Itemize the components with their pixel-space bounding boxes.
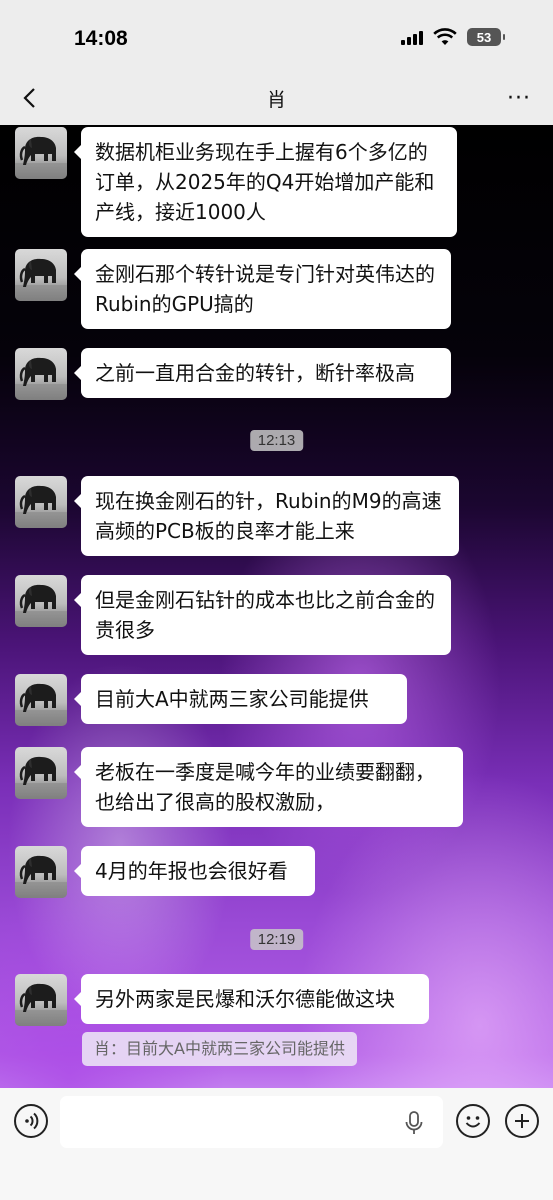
message-bubble[interactable]: 金刚石那个转针说是专门针对英伟达的Rubin的GPU搞的 <box>74 249 451 329</box>
chat-header: 肖 ··· <box>0 72 553 125</box>
elephant-avatar[interactable] <box>15 674 67 726</box>
cellular-signal-icon <box>401 29 423 45</box>
message-bubble[interactable]: 4月的年报也会很好看 <box>74 846 315 896</box>
status-bar: 14:08 53 <box>0 0 553 72</box>
elephant-avatar[interactable] <box>15 575 67 627</box>
message-row: 金刚石那个转针说是专门针对英伟达的Rubin的GPU搞的 <box>15 249 451 329</box>
message-row: 另外两家是民爆和沃尔德能做这块 <box>15 974 429 1026</box>
status-icons: 53 <box>401 28 505 46</box>
more-options-button[interactable]: ··· <box>507 86 531 111</box>
message-row: 4月的年报也会很好看 <box>15 846 315 898</box>
elephant-avatar[interactable] <box>15 846 67 898</box>
message-bubble[interactable]: 之前一直用合金的转针，断针率极高 <box>74 348 451 398</box>
add-attachment-button[interactable] <box>505 1104 539 1138</box>
message-row: 现在换金刚石的针，Rubin的M9的高速高频的PCB板的良率才能上来 <box>15 476 459 556</box>
timestamp: 12:19 <box>249 929 304 950</box>
smiley-icon <box>465 1116 481 1128</box>
message-bubble[interactable]: 现在换金刚石的针，Rubin的M9的高速高频的PCB板的良率才能上来 <box>74 476 459 556</box>
elephant-avatar[interactable] <box>15 127 67 179</box>
message-bubble[interactable]: 目前大A中就两三家公司能提供 <box>74 674 407 724</box>
message-bubble[interactable]: 老板在一季度是喊今年的业绩要翻翻，也给出了很高的股权激励， <box>74 747 463 827</box>
message-bubble[interactable]: 数据机柜业务现在手上握有6个多亿的订单，从2025年的Q4开始增加产能和产线，接… <box>74 127 457 237</box>
elephant-avatar[interactable] <box>15 747 67 799</box>
elephant-avatar[interactable] <box>15 476 67 528</box>
battery-icon: 53 <box>467 28 505 46</box>
elephant-avatar[interactable] <box>15 974 67 1026</box>
message-row: 老板在一季度是喊今年的业绩要翻翻，也给出了很高的股权激励， <box>15 747 463 827</box>
back-arrow-icon[interactable] <box>18 86 42 110</box>
message-bubble[interactable]: 但是金刚石钻针的成本也比之前合金的贵很多 <box>74 575 451 655</box>
message-bubble[interactable]: 另外两家是民爆和沃尔德能做这块 <box>74 974 429 1024</box>
message-row: 之前一直用合金的转针，断针率极高 <box>15 348 451 400</box>
message-row: 目前大A中就两三家公司能提供 <box>15 674 407 726</box>
status-time: 14:08 <box>74 27 128 50</box>
elephant-avatar[interactable] <box>15 348 67 400</box>
message-row: 数据机柜业务现在手上握有6个多亿的订单，从2025年的Q4开始增加产能和产线，接… <box>15 127 457 237</box>
wifi-icon <box>433 28 457 45</box>
quoted-reply[interactable]: 肖：目前大A中就两三家公司能提供 <box>82 1032 357 1066</box>
timestamp: 12:13 <box>249 430 304 451</box>
chat-title: 肖 <box>266 89 286 111</box>
message-input[interactable] <box>60 1096 443 1148</box>
elephant-avatar[interactable] <box>15 249 67 301</box>
voice-input-button[interactable] <box>14 1104 48 1138</box>
emoji-button[interactable] <box>456 1104 490 1138</box>
message-row: 但是金刚石钻针的成本也比之前合金的贵很多 <box>15 575 451 655</box>
voice-wave-icon <box>25 1112 39 1130</box>
microphone-icon[interactable] <box>403 1110 425 1136</box>
